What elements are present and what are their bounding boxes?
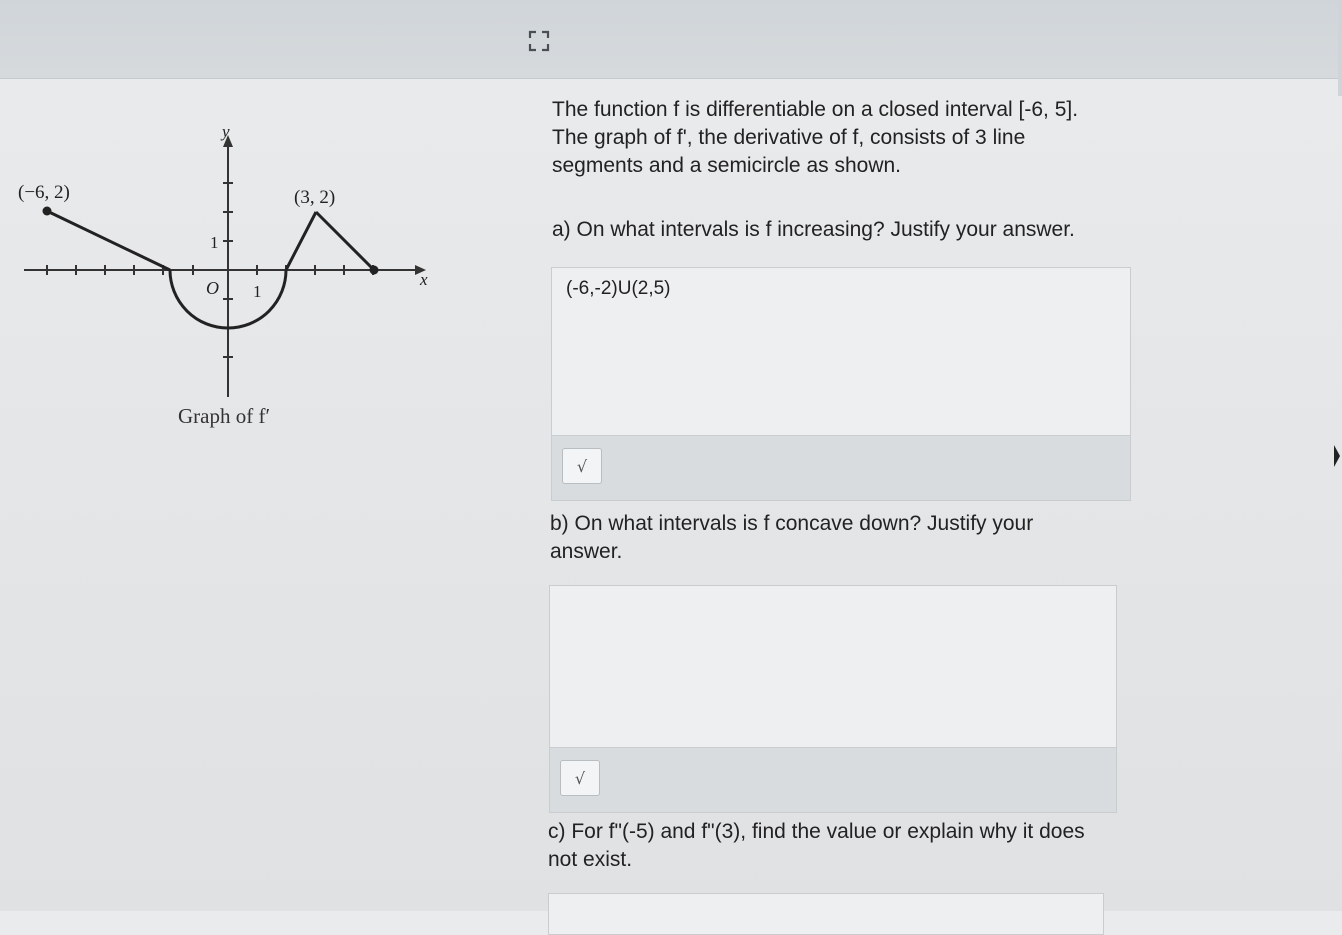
derivative-graph: (−6, 2) (3, 2) y x O 1 1	[10, 115, 450, 435]
scrollbar-edge	[1338, 0, 1342, 96]
answer-a-text[interactable]: (-6,-2)U(2,5)	[566, 278, 671, 300]
endpoint-right	[369, 265, 379, 275]
segment-left	[46, 209, 171, 272]
square-root-icon: √	[576, 456, 588, 476]
answer-box-c[interactable]	[548, 893, 1104, 935]
point-left-label: (−6, 2)	[18, 182, 70, 203]
top-bar	[0, 0, 1342, 79]
square-root-icon: √	[574, 768, 586, 788]
x-axis-label: x	[419, 270, 428, 289]
next-arrow-icon[interactable]	[1334, 445, 1340, 467]
question-c-prompt: c) For f"(-5) and f"(3), find the value …	[548, 820, 1085, 871]
question-b-prompt: b) On what intervals is f concave down? …	[550, 512, 1034, 563]
segment-fall	[314, 210, 376, 272]
y-axis-label: y	[220, 122, 230, 141]
graph-caption: Graph of f′	[178, 404, 271, 428]
answer-box-b[interactable]: √	[549, 585, 1117, 813]
endpoint-left	[42, 206, 52, 216]
math-input-button-b[interactable]: √	[560, 760, 600, 796]
answer-box-a[interactable]: (-6,-2)U(2,5) √	[551, 267, 1131, 501]
segment-rise	[284, 211, 318, 271]
x-tick-label-one: 1	[253, 282, 262, 301]
question-a-prompt: a) On what intervals is f increasing? Ju…	[552, 218, 1075, 241]
origin-label: O	[206, 278, 219, 298]
math-input-button-a[interactable]: √	[562, 448, 602, 484]
answer-a-toolbar: √	[552, 435, 1130, 500]
y-tick-label-one: 1	[210, 233, 219, 252]
answer-b-toolbar: √	[550, 747, 1116, 812]
point-right-label: (3, 2)	[294, 187, 335, 208]
expand-icon[interactable]	[528, 30, 550, 52]
problem-statement: The function f is differentiable on a cl…	[552, 98, 1079, 177]
